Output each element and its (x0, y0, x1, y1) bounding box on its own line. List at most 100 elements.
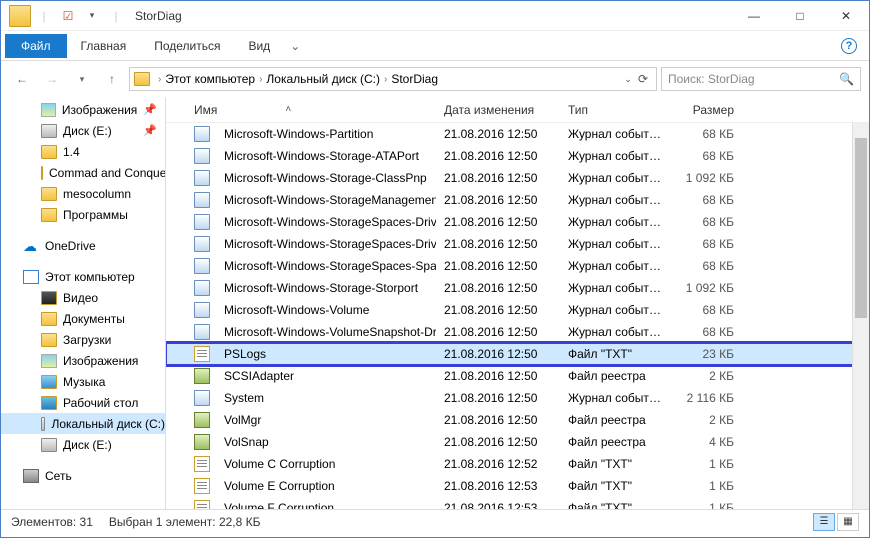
sidebar-item-drive-e[interactable]: Диск (E:) (1, 434, 165, 455)
breadcrumb-segment[interactable]: Локальный диск (C:) (266, 72, 380, 86)
checkbox-icon[interactable]: ☑ (57, 5, 79, 27)
chevron-right-icon[interactable]: › (154, 74, 165, 85)
sidebar-item-folder[interactable]: 1.4 (1, 141, 165, 162)
sidebar-item-pictures[interactable]: Изображения (1, 350, 165, 371)
close-button[interactable]: ✕ (823, 1, 869, 31)
file-type: Журнал событий (560, 391, 670, 405)
file-row[interactable]: Microsoft-Windows-Partition21.08.2016 12… (166, 123, 869, 145)
scrollbar-thumb[interactable] (855, 138, 867, 318)
file-size: 2 КБ (670, 369, 742, 383)
file-row[interactable]: VolSnap21.08.2016 12:50Файл реестра4 КБ (166, 431, 869, 453)
sidebar-item-desktop[interactable]: Рабочий стол (1, 392, 165, 413)
history-dropdown-icon[interactable]: ⌄ (624, 74, 632, 85)
downloads-icon (41, 333, 57, 347)
main-area: Изображения📌 Диск (E:)📌 1.4 Commad and C… (1, 97, 869, 509)
dropdown-icon[interactable]: ▾ (81, 5, 103, 27)
file-icon (194, 324, 210, 340)
sidebar-item-documents[interactable]: Документы (1, 308, 165, 329)
breadcrumb-segment[interactable]: StorDiag (391, 72, 438, 86)
file-name: PSLogs (224, 347, 266, 361)
sidebar-item-drive-e[interactable]: Диск (E:)📌 (1, 120, 165, 141)
chevron-right-icon[interactable]: › (380, 74, 391, 85)
scrollbar[interactable] (852, 123, 869, 509)
file-icon (194, 368, 210, 384)
file-type: Журнал событий (560, 215, 670, 229)
file-row[interactable]: Volume C Corruption 21.08.2016 12:52Файл … (166, 453, 869, 475)
sidebar-item-this-pc[interactable]: Этот компьютер (1, 266, 165, 287)
file-type: Файл реестра (560, 369, 670, 383)
file-row[interactable]: Microsoft-Windows-StorageSpaces-Spac...2… (166, 255, 869, 277)
sidebar-item-local-disk-c[interactable]: Локальный диск (C:) (1, 413, 165, 434)
column-header-date[interactable]: Дата изменения (436, 103, 560, 117)
folder-icon (41, 208, 57, 222)
breadcrumb-segment[interactable]: Этот компьютер (165, 72, 255, 86)
file-size: 1 КБ (670, 457, 742, 471)
view-switcher: ☰ ▦ (813, 513, 859, 531)
file-type: Файл "TXT" (560, 457, 670, 471)
column-header-name[interactable]: Имя˄ (186, 103, 436, 117)
file-icon (194, 390, 210, 406)
breadcrumb: › Этот компьютер › Локальный диск (C:) ›… (154, 72, 438, 86)
forward-button[interactable]: → (39, 66, 65, 92)
file-icon (194, 236, 210, 252)
details-view-button[interactable]: ☰ (813, 513, 835, 531)
sidebar-item-images[interactable]: Изображения📌 (1, 99, 165, 120)
file-row[interactable]: PSLogs21.08.2016 12:50Файл "TXT"23 КБ (166, 343, 869, 365)
qat-separator: | (105, 5, 127, 27)
file-row[interactable]: SCSIAdapter21.08.2016 12:50Файл реестра2… (166, 365, 869, 387)
file-row[interactable]: Microsoft-Windows-VolumeSnapshot-Dr...21… (166, 321, 869, 343)
minimize-button[interactable]: — (731, 1, 777, 31)
column-header-size[interactable]: Размер (670, 103, 742, 117)
address-bar[interactable]: › Этот компьютер › Локальный диск (C:) ›… (129, 67, 657, 91)
file-row[interactable]: VolMgr21.08.2016 12:50Файл реестра2 КБ (166, 409, 869, 431)
sidebar-item-downloads[interactable]: Загрузки (1, 329, 165, 350)
file-icon (194, 302, 210, 318)
back-button[interactable]: ← (9, 66, 35, 92)
file-date: 21.08.2016 12:50 (436, 413, 560, 427)
recent-dropdown[interactable]: ▾ (69, 66, 95, 92)
chevron-right-icon[interactable]: › (255, 74, 266, 85)
help-button[interactable]: ? (841, 38, 857, 54)
search-input[interactable]: Поиск: StorDiag 🔍 (661, 67, 861, 91)
network-icon (23, 469, 39, 483)
file-row[interactable]: Volume E Corruption21.08.2016 12:53Файл … (166, 475, 869, 497)
refresh-button[interactable]: ⟳ (638, 72, 648, 86)
window-title: StorDiag (135, 9, 182, 23)
sidebar-item-onedrive[interactable]: ☁OneDrive (1, 235, 165, 256)
file-name: Microsoft-Windows-StorageSpaces-Spac... (224, 259, 436, 273)
tab-share[interactable]: Поделиться (140, 31, 234, 61)
sidebar-item-network[interactable]: Сеть (1, 465, 165, 486)
file-name: Volume E Corruption (224, 479, 335, 493)
file-row[interactable]: Microsoft-Windows-StorageManagemen...21.… (166, 189, 869, 211)
column-header-type[interactable]: Тип (560, 103, 670, 117)
file-icon (194, 126, 210, 142)
maximize-button[interactable]: □ (777, 1, 823, 31)
search-icon[interactable]: 🔍 (839, 72, 854, 86)
sidebar-item-folder[interactable]: Commad and Conquer (1, 162, 165, 183)
sidebar-item-folder[interactable]: Программы (1, 204, 165, 225)
sidebar-item-folder[interactable]: mesocolumn (1, 183, 165, 204)
file-icon (194, 434, 210, 450)
ribbon: Файл Главная Поделиться Вид ⌄ ? (1, 31, 869, 61)
file-date: 21.08.2016 12:52 (436, 457, 560, 471)
sidebar-item-music[interactable]: Музыка (1, 371, 165, 392)
tab-view[interactable]: Вид (234, 31, 284, 61)
file-row[interactable]: Microsoft-Windows-Storage-ClassPnp21.08.… (166, 167, 869, 189)
tab-home[interactable]: Главная (67, 31, 141, 61)
file-row[interactable]: Microsoft-Windows-Storage-Storport21.08.… (166, 277, 869, 299)
tab-file[interactable]: Файл (5, 34, 67, 58)
file-row[interactable]: System21.08.2016 12:50Журнал событий2 11… (166, 387, 869, 409)
file-row[interactable]: Microsoft-Windows-StorageSpaces-Driv...2… (166, 211, 869, 233)
file-type: Журнал событий (560, 303, 670, 317)
icons-view-button[interactable]: ▦ (837, 513, 859, 531)
file-icon (194, 170, 210, 186)
file-row[interactable]: Microsoft-Windows-Storage-ATAPort21.08.2… (166, 145, 869, 167)
ribbon-expand-icon[interactable]: ⌄ (290, 39, 300, 53)
file-row[interactable]: Microsoft-Windows-Volume21.08.2016 12:50… (166, 299, 869, 321)
pictures-icon (41, 103, 56, 117)
file-row[interactable]: Microsoft-Windows-StorageSpaces-Driv...2… (166, 233, 869, 255)
sidebar-item-videos[interactable]: Видео (1, 287, 165, 308)
file-row[interactable]: Volume F Corruption21.08.2016 12:53Файл … (166, 497, 869, 509)
up-button[interactable]: ↑ (99, 66, 125, 92)
file-name: Volume C Corruption (224, 457, 335, 471)
